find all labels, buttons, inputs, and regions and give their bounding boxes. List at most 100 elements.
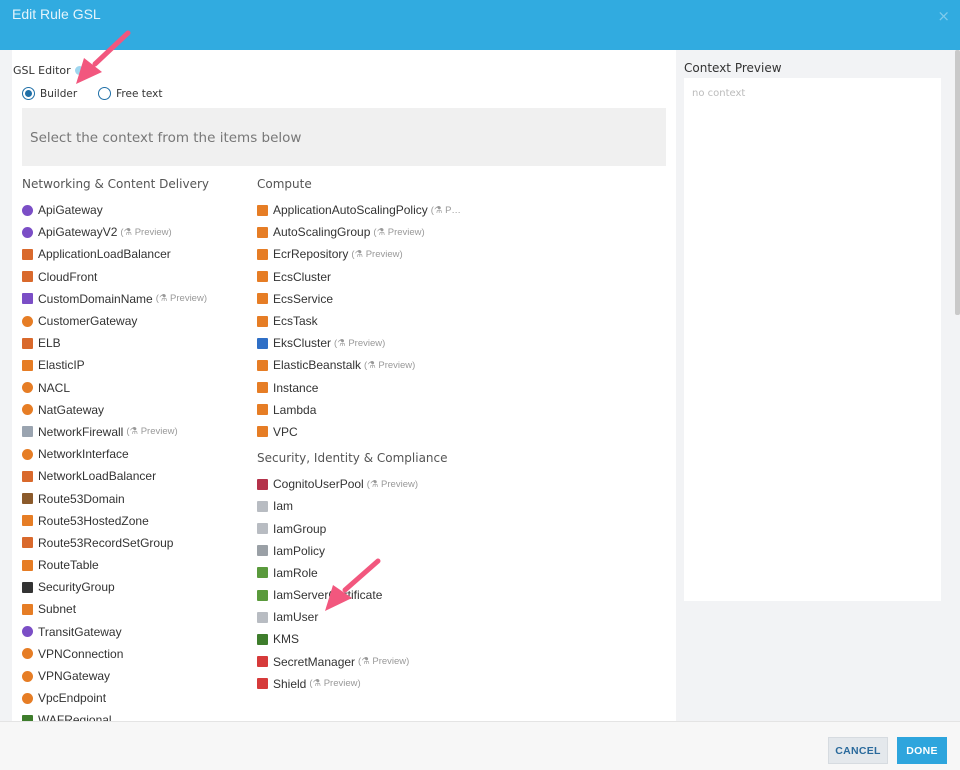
builder-radio[interactable] — [22, 87, 35, 100]
resource-item-iamservercertificate[interactable]: IamServerCertificate — [257, 584, 461, 606]
resource-item-transitgateway[interactable]: TransitGateway — [22, 621, 209, 643]
done-button[interactable]: DONE — [897, 737, 947, 764]
preview-badge: (⚗ Preview) — [351, 248, 403, 260]
cancel-button[interactable]: CANCEL — [828, 737, 888, 764]
resource-label: CloudFront — [38, 269, 98, 284]
resource-item-apigateway[interactable]: ApiGateway — [22, 199, 209, 221]
page-scrollbar[interactable] — [953, 50, 960, 721]
resource-item-lambda[interactable]: Lambda — [257, 399, 461, 421]
resource-item-ecsservice[interactable]: EcsService — [257, 288, 461, 310]
resource-item-kms[interactable]: KMS — [257, 628, 461, 650]
resource-item-vpcendpoint[interactable]: VpcEndpoint — [22, 687, 209, 709]
resource-label: Route53Domain — [38, 491, 125, 506]
resource-item-iamrole[interactable]: IamRole — [257, 562, 461, 584]
resource-label: WAFRegional — [38, 713, 112, 721]
resource-item-customergateway[interactable]: CustomerGateway — [22, 310, 209, 332]
resource-label: NetworkFirewall — [38, 424, 124, 439]
preview-badge: (⚗ Preview) — [358, 656, 410, 668]
resource-label: EcsCluster — [273, 269, 332, 284]
resource-label: RouteTable — [38, 558, 99, 573]
resource-item-elasticbeanstalk[interactable]: ElasticBeanstalk (⚗ Preview) — [257, 354, 461, 376]
close-icon[interactable]: × — [937, 7, 950, 25]
context-preview-empty: no context — [692, 88, 746, 99]
resource-label: Lambda — [273, 402, 317, 417]
resource-item-shield[interactable]: Shield (⚗ Preview) — [257, 673, 461, 695]
resource-item-ecscluster[interactable]: EcsCluster — [257, 266, 461, 288]
resource-label: SecretManager — [273, 654, 356, 669]
resource-label: Subnet — [38, 602, 77, 617]
mode-free-text-option[interactable]: Free text — [98, 87, 162, 100]
resource-item-ekscluster[interactable]: EksCluster (⚗ Preview) — [257, 332, 461, 354]
flask-icon: (⚗ — [126, 426, 141, 438]
resource-label: CustomDomainName — [38, 291, 153, 306]
resource-item-natgateway[interactable]: NatGateway — [22, 399, 209, 421]
resource-item-iamuser[interactable]: IamUser — [257, 606, 461, 628]
resource-item-route53hostedzone[interactable]: Route53HostedZone — [22, 510, 209, 532]
section-security-header: Security, Identity & Compliance — [257, 451, 448, 466]
resource-item-securitygroup[interactable]: SecurityGroup — [22, 576, 209, 598]
resource-item-vpc[interactable]: VPC — [257, 421, 461, 443]
gsl-editor-panel: GSL Editor Builder Free text Select the … — [12, 50, 676, 721]
resource-item-ecrrepository[interactable]: EcrRepository (⚗ Preview) — [257, 243, 461, 265]
resource-item-cognitouserpool[interactable]: CognitoUserPool (⚗ Preview) — [257, 473, 461, 495]
resource-item-iam[interactable]: Iam — [257, 495, 461, 517]
resource-label: VpcEndpoint — [38, 691, 107, 706]
resource-item-customdomainname[interactable]: CustomDomainName (⚗ Preview) — [22, 288, 209, 310]
resource-item-apigatewayv2[interactable]: ApiGatewayV2 (⚗ Preview) — [22, 221, 209, 243]
shield-icon — [22, 581, 33, 593]
resource-item-vpngateway[interactable]: VPNGateway — [22, 665, 209, 687]
resource-item-iamgroup[interactable]: IamGroup — [257, 517, 461, 539]
resource-label: IamServerCertificate — [273, 588, 383, 603]
resource-item-networkinterface[interactable]: NetworkInterface — [22, 443, 209, 465]
resource-item-cloudfront[interactable]: CloudFront — [22, 266, 209, 288]
resource-item-elb[interactable]: ELB — [22, 332, 209, 354]
flask-icon: (⚗ — [309, 678, 324, 690]
resource-item-networkloadbalancer[interactable]: NetworkLoadBalancer — [22, 465, 209, 487]
mode-builder-option[interactable]: Builder — [22, 87, 77, 100]
resource-item-instance[interactable]: Instance — [257, 377, 461, 399]
flask-icon: (⚗ — [351, 248, 366, 260]
resource-label: Route53RecordSetGroup — [38, 535, 174, 550]
flask-icon: (⚗ — [358, 656, 373, 668]
endpoint-icon — [22, 692, 33, 704]
help-icon[interactable] — [75, 66, 85, 75]
resource-item-routetable[interactable]: RouteTable — [22, 554, 209, 576]
resource-label: Route53HostedZone — [38, 513, 149, 528]
resource-item-autoscalinggroup[interactable]: AutoScalingGroup (⚗ Preview) — [257, 221, 461, 243]
resource-item-route53domain[interactable]: Route53Domain — [22, 487, 209, 509]
resource-item-applicationautoscalingpolicy[interactable]: ApplicationAutoScalingPolicy (⚗ P… — [257, 199, 461, 221]
resource-item-nacl[interactable]: NACL — [22, 377, 209, 399]
resource-label: KMS — [273, 632, 300, 647]
resource-item-subnet[interactable]: Subnet — [22, 598, 209, 620]
load-balancer-icon — [22, 248, 33, 260]
free-text-radio[interactable] — [98, 87, 112, 100]
compute-security-column: Compute ApplicationAutoScalingPolicy (⚗ P… — [257, 177, 461, 695]
resource-item-vpnconnection[interactable]: VPNConnection — [22, 643, 209, 665]
preview-text: Preview — [378, 359, 413, 371]
route53-icon — [22, 515, 33, 527]
resource-item-networkfirewall[interactable]: NetworkFirewall (⚗ Preview) — [22, 421, 209, 443]
preview-text: Preview — [170, 293, 204, 305]
resource-item-elasticip[interactable]: ElasticIP — [22, 354, 209, 376]
preview-badge: (⚗ Preview) — [364, 359, 416, 371]
resource-item-iampolicy[interactable]: IamPolicy — [257, 540, 461, 562]
networking-column: Networking & Content Delivery ApiGateway… — [22, 177, 209, 721]
resource-label: EksCluster — [273, 336, 332, 351]
scrollbar-thumb[interactable] — [955, 50, 960, 315]
resource-item-wafregional[interactable]: WAFRegional — [22, 709, 209, 721]
section-networking-header: Networking & Content Delivery — [22, 177, 209, 191]
compute-list: ApplicationAutoScalingPolicy (⚗ P… AutoSca… — [257, 199, 461, 443]
resource-item-route53recordsetgroup[interactable]: Route53RecordSetGroup — [22, 532, 209, 554]
autoscaling-icon — [257, 204, 268, 216]
transit-gateway-icon — [22, 626, 33, 638]
context-input[interactable]: Select the context from the items below — [22, 108, 666, 166]
builder-label: Builder — [40, 87, 78, 100]
nat-icon — [22, 404, 33, 416]
lock-icon — [22, 603, 33, 615]
preview-text: Preview — [323, 678, 358, 690]
domain-icon — [22, 293, 33, 305]
resource-item-ecstask[interactable]: EcsTask — [257, 310, 461, 332]
resource-item-secretmanager[interactable]: SecretManager (⚗ Preview) — [257, 651, 461, 673]
resource-item-applicationloadbalancer[interactable]: ApplicationLoadBalancer — [22, 243, 209, 265]
api-gateway-icon — [22, 204, 33, 216]
